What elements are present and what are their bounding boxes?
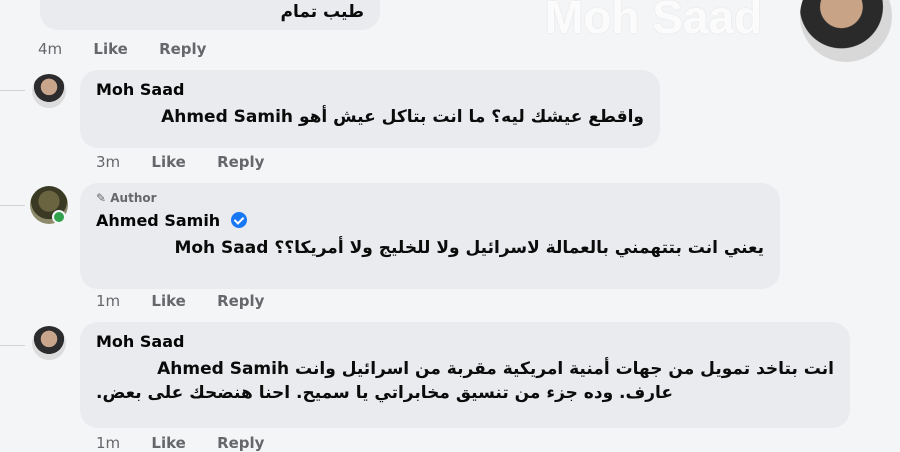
- avatar[interactable]: [32, 326, 66, 360]
- comment-timestamp: 4m: [38, 40, 63, 58]
- commenter-name[interactable]: Moh Saad: [96, 332, 834, 351]
- author-label: Author: [110, 191, 157, 205]
- verified-badge-icon: [230, 212, 247, 228]
- avatar[interactable]: [32, 74, 66, 108]
- comment-text-line1: Ahmed Samih انت بتاخد تمويل من جهات أمني…: [157, 359, 834, 379]
- comment-text-line2: عارف. وده جزء من تنسيق مخابراتي يا سميح.…: [96, 383, 674, 403]
- like-button[interactable]: Like: [151, 153, 185, 171]
- comment-timestamp[interactable]: 1m: [96, 292, 120, 310]
- commenter-name-text[interactable]: Ahmed Samih: [96, 211, 220, 230]
- comment-timestamp[interactable]: 1m: [96, 434, 120, 452]
- reply-button[interactable]: Reply: [159, 40, 206, 58]
- comment-text: Ahmed Samih واقطع عيشك ليه؟ ما انت بتاكل…: [161, 107, 644, 127]
- comment-text: Moh Saad يعني انت بتتهمني بالعمالة لاسرا…: [174, 238, 764, 258]
- like-button[interactable]: Like: [151, 292, 185, 310]
- like-button[interactable]: Like: [93, 40, 127, 58]
- online-status-icon: [52, 210, 66, 224]
- profile-avatar: [800, 0, 892, 62]
- commenter-name[interactable]: Ahmed Samih: [96, 211, 764, 230]
- reply-button[interactable]: Reply: [217, 153, 264, 171]
- comment-actions: 1m Like Reply: [96, 434, 290, 452]
- thread-line: [0, 345, 25, 346]
- pencil-icon: ✎: [96, 191, 107, 205]
- comment-actions: 3m Like Reply: [96, 153, 290, 171]
- comment-bubble-top: طيب تمام: [40, 0, 380, 30]
- comment-text: طيب تمام: [280, 2, 365, 22]
- comment-actions-top: 4m Like Reply: [38, 40, 232, 58]
- like-button[interactable]: Like: [151, 434, 185, 452]
- author-badge: ✎ Author: [96, 191, 764, 205]
- profile-name-watermark: Moh Saad: [545, 0, 763, 43]
- comment-bubble: Moh Saad Ahmed Samih انت بتاخد تمويل من …: [80, 322, 850, 428]
- comment-timestamp[interactable]: 3m: [96, 153, 120, 171]
- comment-actions: 1m Like Reply: [96, 292, 290, 310]
- commenter-name[interactable]: Moh Saad: [96, 80, 644, 99]
- comment-bubble: ✎ Author Ahmed Samih Moh Saad يعني انت ب…: [80, 183, 780, 289]
- thread-line: [0, 205, 25, 206]
- reply-button[interactable]: Reply: [217, 434, 264, 452]
- comment-bubble: Moh Saad Ahmed Samih واقطع عيشك ليه؟ ما …: [80, 70, 660, 148]
- thread-line: [0, 90, 25, 91]
- reply-button[interactable]: Reply: [217, 292, 264, 310]
